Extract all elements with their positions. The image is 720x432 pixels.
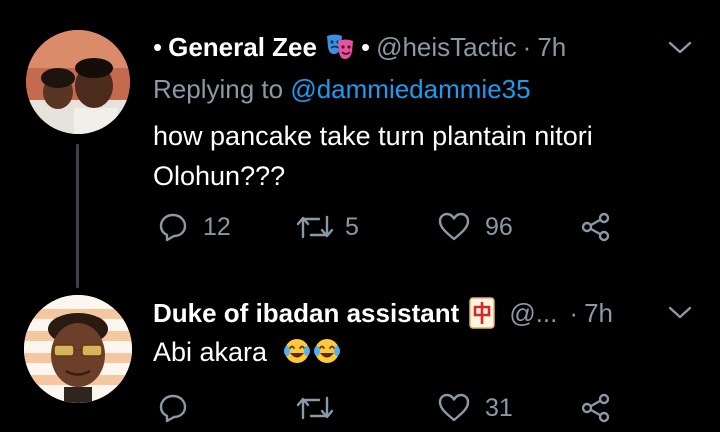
header-separator: • (360, 32, 371, 62)
tweet-text: how pancake take turn plantain nitori Ol… (153, 121, 593, 191)
tweet-header: • General Zee • @heisTactic · 7h (153, 32, 566, 62)
mention-link[interactable]: @dammiedammie35 (290, 74, 530, 104)
thread-line (76, 144, 79, 288)
reply-button[interactable] (157, 392, 203, 424)
share-icon (581, 212, 610, 242)
tweet-header: Duke of ibadan assistant @... · 7h (153, 297, 613, 329)
reply-icon (159, 213, 187, 242)
replying-to: Replying to @dammiedammie35 (153, 74, 531, 104)
timestamp[interactable]: 7h (537, 32, 566, 62)
retweet-icon (296, 215, 334, 239)
handle[interactable]: @heisTactic (376, 32, 517, 62)
heart-icon (438, 393, 470, 422)
retweet-button[interactable]: 5 (295, 211, 359, 243)
header-bullet: • (153, 32, 163, 62)
share-button[interactable] (580, 392, 612, 424)
retweet-icon (296, 396, 334, 420)
tweet-actions: 31 (155, 392, 625, 432)
reply-button[interactable]: 12 (157, 211, 231, 243)
display-name[interactable]: Duke of ibadan assistant (153, 298, 459, 328)
share-button[interactable] (580, 211, 612, 243)
display-name[interactable]: General Zee (168, 32, 317, 62)
timestamp[interactable]: 7h (584, 298, 613, 328)
like-count: 31 (485, 393, 513, 422)
avatar-duke-of-ibadan[interactable] (24, 295, 132, 403)
chevron-down-icon[interactable] (666, 303, 694, 323)
performing-arts-icon (325, 33, 355, 61)
retweet-button[interactable] (295, 392, 349, 424)
avatar-general-zee[interactable] (26, 30, 130, 134)
reply-icon (159, 394, 187, 423)
handle[interactable]: @... (509, 298, 557, 328)
retweet-count: 5 (345, 212, 359, 241)
chevron-down-icon[interactable] (666, 38, 694, 58)
time-separator: · (522, 32, 532, 62)
like-count: 96 (485, 212, 513, 241)
reply-count: 12 (203, 212, 231, 241)
tweet-text: Abi akara (153, 337, 268, 367)
replying-label: Replying to (153, 74, 284, 104)
tweet-text-container: Abi akara (153, 332, 673, 376)
like-button[interactable]: 31 (437, 392, 513, 424)
face-with-tears-of-joy-icon (313, 336, 341, 376)
heart-icon (438, 212, 470, 241)
tweet-actions: 12 5 96 (155, 211, 625, 251)
like-button[interactable]: 96 (437, 211, 513, 243)
time-separator: · (569, 298, 579, 328)
mahjong-red-dragon-icon (469, 297, 496, 329)
face-with-tears-of-joy-icon (283, 336, 311, 376)
share-icon (581, 393, 610, 423)
